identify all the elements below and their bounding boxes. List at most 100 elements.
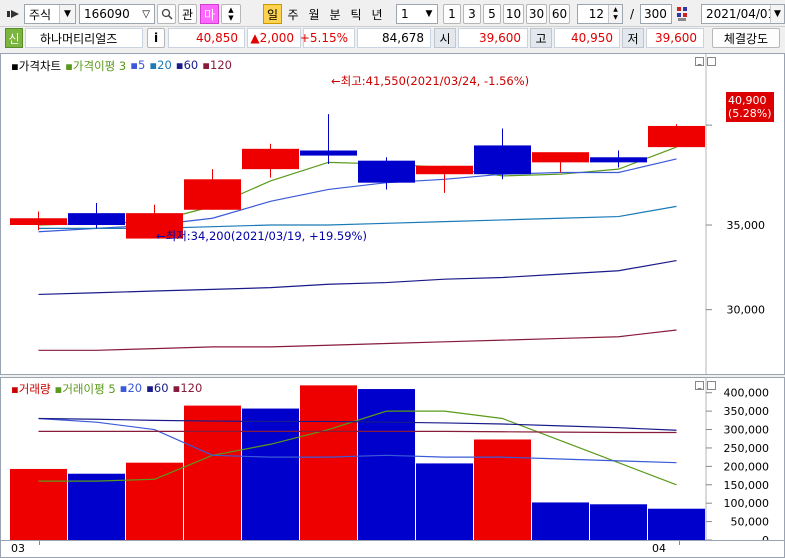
interval-1-button[interactable]: 1 — [443, 4, 461, 24]
y-axis-tick-label: 0 — [762, 534, 769, 540]
x-axis-tick — [39, 541, 40, 545]
minimize-panel-icon[interactable]: _ — [695, 381, 704, 390]
stock-info-button[interactable]: i — [147, 28, 165, 48]
high-annotation: ←최고:41,550(2021/03/24, -1.56%) — [331, 74, 530, 88]
legend-price-chart-text: 가격차트 — [18, 59, 62, 73]
current-price-label-value: 40,900 — [728, 94, 767, 107]
search-button[interactable] — [157, 4, 176, 24]
price-chart[interactable]: 30,000 35,000 — [1, 54, 784, 374]
low-price: 39,600 — [646, 28, 704, 48]
low-label: 저 — [622, 28, 644, 48]
x-axis: 03 04 — [0, 541, 785, 558]
y-axis-tick-label: 400,000 — [724, 387, 770, 400]
legend-ma-20: ▪20 — [149, 58, 172, 72]
interval-select[interactable]: 1 ▼ — [396, 4, 438, 24]
candle-body — [532, 152, 589, 163]
grid-settings-button[interactable] — [674, 4, 692, 24]
y-axis-tick-label: 200,000 — [724, 460, 770, 473]
legend-ma-label: 가격이평 — [72, 59, 116, 73]
minimize-panel-icon[interactable]: _ — [695, 57, 704, 66]
stock-code-value: 166090 — [84, 7, 130, 21]
candle-body — [242, 148, 299, 170]
candle-body — [184, 179, 241, 210]
legend-vma-120: ▪120 — [172, 381, 203, 395]
volume-bar — [416, 463, 473, 540]
period-tick-button[interactable]: 틱 — [347, 4, 365, 24]
stock-info-bar: 신 하나머티리얼즈 i 40,850 ▲2,000 +5.15% 84,678 … — [0, 27, 785, 50]
chevron-down-icon[interactable]: ▼ — [421, 5, 437, 23]
volume-bar — [126, 462, 183, 540]
candle-body — [358, 160, 415, 183]
interval-value: 1 — [401, 7, 409, 21]
ma-button[interactable]: 마 — [200, 4, 219, 24]
y-axis-tick-label: 150,000 — [724, 479, 770, 492]
volume-ma-line-120 — [38, 430, 677, 434]
count-value: 12 — [588, 7, 604, 21]
price-legend: ▪가격차트 ▪가격이평 3 ▪5 ▪20 ▪60 ▪120 — [11, 58, 232, 74]
price-change: ▲2,000 — [247, 28, 301, 48]
gwan-button[interactable]: 관 — [178, 4, 197, 24]
total-count-input[interactable]: 300 — [640, 4, 672, 24]
legend-vma-label: 거래이평 — [62, 382, 105, 396]
interval-60-button[interactable]: 60 — [549, 4, 570, 24]
arrow-right-icon — [7, 10, 19, 18]
history-arrow-icon[interactable] — [5, 4, 23, 24]
legend-ma-60: ▪60 — [175, 58, 199, 72]
legend-volume-text: 거래량 — [18, 382, 51, 396]
volume-bar — [10, 468, 67, 540]
stock-code-input[interactable]: 166090 ▽ — [79, 4, 155, 24]
legend-vma-20-value: 20 — [127, 381, 143, 395]
interval-3-button[interactable]: 3 — [463, 4, 481, 24]
volume-bar — [184, 405, 241, 540]
legend-vma-60: ▪60 — [146, 381, 169, 395]
y-axis-tick-label: 50,000 — [731, 516, 770, 529]
ma-line-60 — [38, 259, 677, 296]
x-axis-start-label: 03 — [11, 542, 25, 555]
volume-chart[interactable]: 0 50,000 100,000 150,000 200,000 250,000 300,0… — [1, 378, 784, 540]
date-picker[interactable]: 2021/04/01 ▼ — [701, 4, 785, 24]
legend-ma-5: ▪5 — [130, 58, 146, 72]
y-axis-tick-label: 350,000 — [724, 405, 770, 418]
low-annotation: ←최저:34,200(2021/03/19, +19.59%) — [156, 229, 367, 243]
y-axis-tick-label: 100,000 — [724, 497, 770, 510]
market-type-value: 주식 — [29, 7, 52, 22]
candle-body — [648, 125, 705, 148]
caret-up-icon[interactable]: ▲ — [228, 6, 233, 14]
chevron-down-icon[interactable]: ▽ — [142, 9, 150, 20]
close-panel-icon[interactable] — [707, 57, 716, 66]
date-value: 2021/04/01 — [706, 7, 776, 21]
y-axis-tick-label: 250,000 — [724, 442, 770, 455]
count-stepper[interactable]: 12 ▲ ▼ — [577, 4, 623, 24]
y-axis-tick-label: 35,000 — [727, 219, 766, 232]
legend-ma-3-value: 3 — [118, 59, 127, 73]
spin-icon[interactable]: ▲ ▼ — [608, 5, 622, 23]
period-day-button[interactable]: 일 — [263, 4, 282, 24]
current-price-label: 40,900 (5.28%) — [726, 92, 774, 122]
period-minute-button[interactable]: 분 — [326, 4, 344, 24]
candle-body — [68, 213, 125, 226]
market-type-select[interactable]: 주식 ▼ — [24, 4, 76, 24]
stepper-button[interactable]: ▲ ▼ — [221, 4, 241, 24]
candle-body — [416, 165, 473, 175]
period-month-button[interactable]: 월 — [305, 4, 323, 24]
period-year-button[interactable]: 년 — [368, 4, 386, 24]
period-week-button[interactable]: 주 — [284, 4, 302, 24]
price-chart-panel: 30,000 35,000 ▪가격차트 ▪가격이평 3 ▪5 ▪20 ▪60 ▪1… — [0, 53, 785, 375]
legend-ma-60-value: 60 — [183, 58, 199, 72]
y-axis-tick-label: 30,000 — [727, 304, 766, 317]
execution-strength-button[interactable]: 체결강도 — [712, 28, 780, 48]
stock-name-field[interactable]: 하나머티리얼즈 — [25, 28, 143, 48]
high-label: 고 — [530, 28, 552, 48]
x-axis-end-label: 04 — [652, 542, 666, 555]
caret-down-icon[interactable]: ▼ — [228, 14, 233, 22]
interval-5-button[interactable]: 5 — [483, 4, 501, 24]
legend-price-chart: ▪가격차트 — [11, 59, 62, 73]
legend-ma-3: ▪가격이평 3 — [65, 59, 127, 73]
interval-30-button[interactable]: 30 — [526, 4, 547, 24]
close-panel-icon[interactable] — [707, 381, 716, 390]
legend-vma-5-value: 5 — [108, 382, 116, 396]
chevron-down-icon[interactable]: ▼ — [59, 5, 75, 23]
chevron-down-icon[interactable]: ▼ — [770, 5, 784, 23]
toolbar: 주식 ▼ 166090 ▽ 관 마 ▲ ▼ 일 주 월 분 틱 년 1 ▼ 1 3… — [0, 0, 785, 27]
interval-10-button[interactable]: 10 — [503, 4, 524, 24]
